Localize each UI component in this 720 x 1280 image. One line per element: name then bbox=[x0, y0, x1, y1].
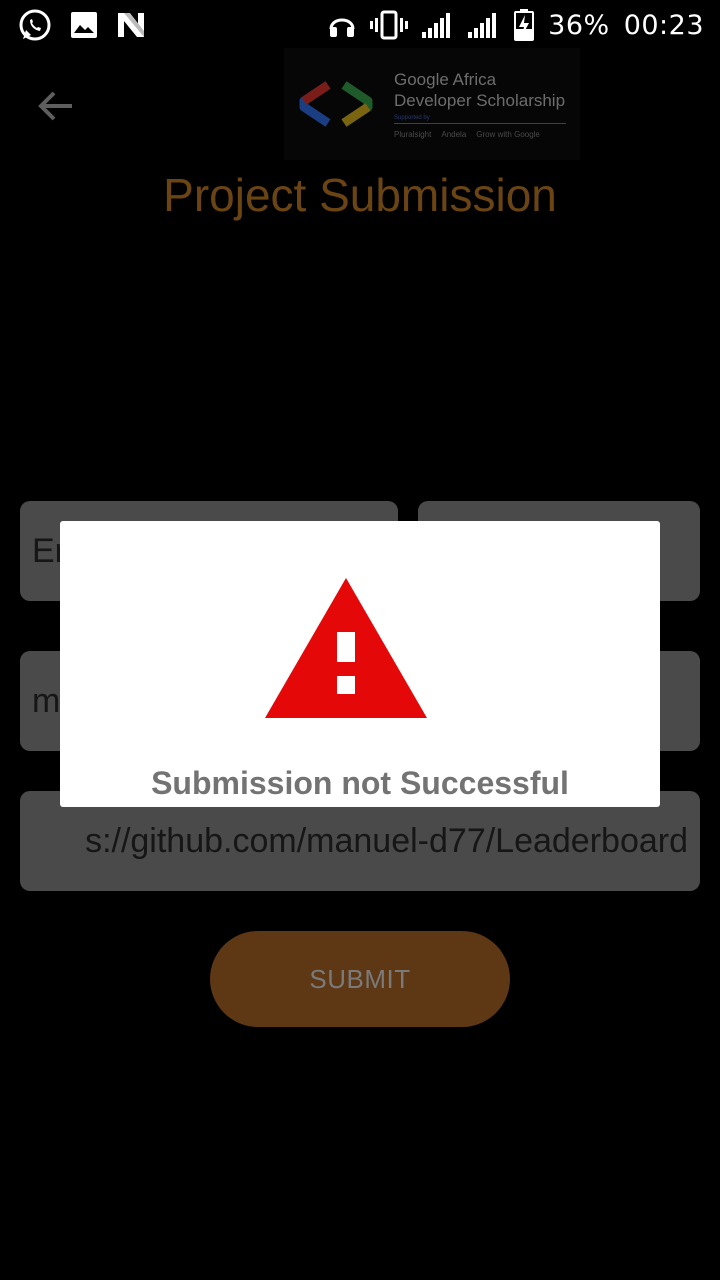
status-left-icons bbox=[18, 8, 146, 42]
page-title: Project Submission bbox=[163, 169, 557, 221]
status-right-icons: 36% 00:23 bbox=[328, 9, 704, 41]
banner-title-line1: Google Africa bbox=[394, 70, 497, 89]
sponsor-grow-with-google: Grow with Google bbox=[476, 130, 540, 139]
signal-icon bbox=[468, 12, 500, 38]
submission-error-dialog[interactable]: Submission not Successful bbox=[60, 521, 660, 807]
gallery-icon bbox=[70, 11, 98, 39]
sponsor-andela: Andela bbox=[441, 130, 467, 139]
banner-title-line2: Developer Scholarship bbox=[394, 91, 566, 110]
dialog-message: Submission not Successful bbox=[151, 765, 569, 801]
banner-supported-by: Supported by bbox=[394, 115, 430, 121]
whatsapp-icon bbox=[18, 8, 52, 42]
clock-time: 00:23 bbox=[623, 9, 704, 41]
warning-triangle-icon bbox=[265, 578, 427, 718]
n-notification-icon bbox=[116, 11, 146, 39]
banner-sponsors: Pluralsight Andela Grow with Google bbox=[394, 130, 566, 139]
code-brackets-logo-icon bbox=[299, 81, 373, 127]
banner-text: Google Africa Developer Scholarship Supp… bbox=[394, 69, 566, 139]
battery-charging-icon bbox=[514, 9, 535, 41]
sponsor-pluralsight: Pluralsight bbox=[394, 130, 432, 139]
banner-divider bbox=[394, 123, 566, 124]
submit-button[interactable]: SUBMIT bbox=[210, 931, 510, 1027]
arrow-left-icon bbox=[38, 91, 72, 121]
back-button[interactable] bbox=[30, 80, 82, 132]
headphones-icon bbox=[328, 11, 356, 39]
scholarship-banner: Google Africa Developer Scholarship Supp… bbox=[284, 48, 580, 160]
status-bar: 36% 00:23 bbox=[0, 0, 720, 50]
signal-icon bbox=[422, 12, 454, 38]
vibrate-icon bbox=[370, 10, 409, 40]
battery-percent: 36% bbox=[548, 9, 610, 41]
